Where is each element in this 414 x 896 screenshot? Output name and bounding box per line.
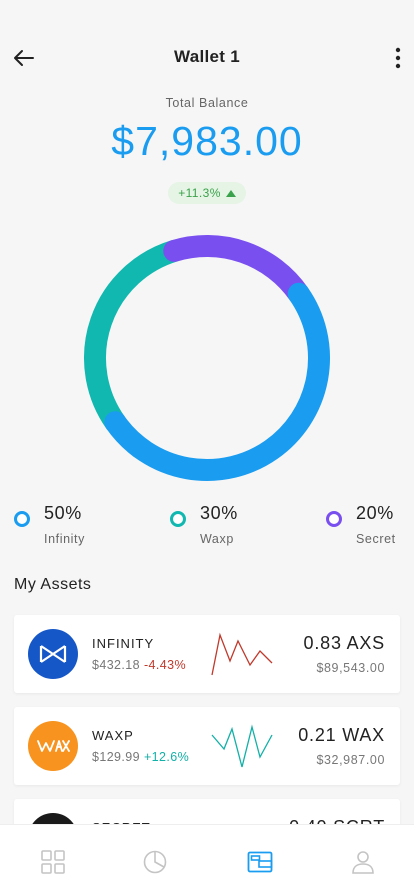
trend-up-icon (225, 189, 236, 197)
total-balance-value: $7,983.00 (111, 118, 303, 164)
legend-waxp: 30% Waxp (170, 503, 270, 548)
infinity-coin-icon (28, 629, 78, 679)
asset-price-value: $129.99 (92, 750, 140, 764)
balance-change-badge: +11.3% (168, 182, 246, 204)
total-balance-label: Total Balance (165, 96, 249, 110)
legend-pct-infinity: 50% (44, 503, 82, 523)
profile-icon (352, 851, 374, 874)
asset-fiat-value: $32,987.00 (316, 753, 385, 767)
more-vertical-icon (395, 47, 401, 69)
more-options-button[interactable] (388, 44, 408, 72)
donut-segment-secret (163, 235, 310, 305)
page-title: Wallet 1 (173, 47, 240, 66)
donut-segment-infinity (104, 282, 330, 481)
asset-price: $129.99 +12.6% (92, 750, 189, 764)
legend-name-waxp: Waxp (200, 532, 234, 546)
asset-card-infinity[interactable]: INFINITY $432.18 -4.43% 0.83 AXS $89,543.… (14, 615, 400, 693)
legend-secret: 20% Secret (326, 503, 406, 548)
asset-sparkline (211, 724, 273, 768)
legend-name-secret: Secret (356, 532, 396, 546)
legend-pct-waxp: 30% (200, 503, 238, 523)
asset-amount: 0.83 AXS (303, 633, 385, 653)
pie-chart-icon (143, 850, 167, 874)
wallet-icon (247, 851, 273, 873)
grid-icon (41, 850, 65, 874)
nav-dashboard[interactable] (40, 849, 66, 875)
nav-profile[interactable] (350, 849, 376, 875)
legend-name-infinity: Infinity (44, 532, 85, 546)
nav-portfolio[interactable] (142, 849, 168, 875)
legend-infinity: 50% Infinity (14, 503, 124, 548)
asset-price: $432.18 -4.43% (92, 658, 186, 672)
asset-price-change: +12.6% (143, 750, 190, 764)
legend-pct-secret: 20% (356, 503, 394, 523)
wax-coin-icon (28, 721, 78, 771)
asset-amount: 0.21 WAX (298, 725, 385, 745)
asset-price-change: -4.43% (143, 658, 186, 672)
bottom-navigation (0, 824, 414, 896)
asset-price-value: $432.18 (92, 658, 140, 672)
asset-name: WAXP (92, 728, 134, 743)
asset-sparkline (211, 632, 273, 676)
nav-wallet[interactable] (247, 849, 273, 875)
asset-name: INFINITY (92, 636, 155, 651)
asset-card-waxp[interactable]: WAXP $129.99 +12.6% 0.21 WAX $32,987.00 (14, 707, 400, 785)
allocation-donut-chart (84, 235, 330, 481)
donut-segment-waxp (84, 239, 186, 434)
legend-dot-infinity (14, 511, 30, 527)
my-assets-title: My Assets (14, 576, 92, 593)
balance-change-text: +11.3% (178, 186, 221, 200)
legend-dot-secret (326, 511, 342, 527)
legend-dot-waxp (170, 511, 186, 527)
asset-fiat-value: $89,543.00 (316, 661, 385, 675)
